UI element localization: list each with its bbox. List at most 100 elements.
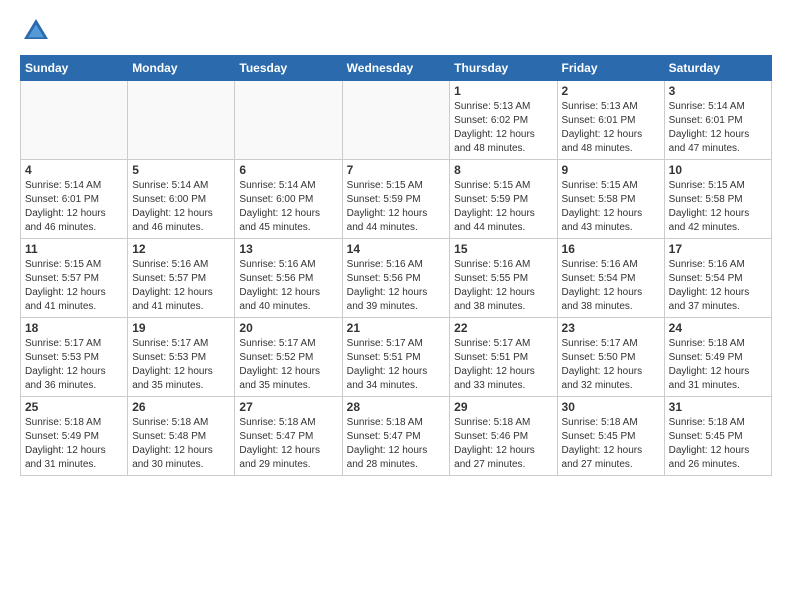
day-info: Sunrise: 5:18 AM Sunset: 5:45 PM Dayligh… — [562, 416, 660, 472]
day-info: Sunrise: 5:14 AM Sunset: 6:01 PM Dayligh… — [25, 179, 123, 235]
calendar-cell: 9 Sunrise: 5:15 AM Sunset: 5:58 PM Daylig… — [557, 160, 664, 239]
day-number: 17 — [669, 242, 767, 256]
calendar-cell: 5 Sunrise: 5:14 AM Sunset: 6:00 PM Daylig… — [128, 160, 235, 239]
day-info: Sunrise: 5:17 AM Sunset: 5:53 PM Dayligh… — [25, 337, 123, 393]
day-info: Sunrise: 5:15 AM Sunset: 5:58 PM Dayligh… — [562, 179, 660, 235]
day-number: 26 — [132, 400, 230, 414]
header-row: SundayMondayTuesdayWednesdayThursdayFrid… — [21, 56, 772, 81]
calendar-cell: 22 Sunrise: 5:17 AM Sunset: 5:51 PM Dayli… — [450, 318, 557, 397]
day-number: 15 — [454, 242, 552, 256]
calendar-cell: 24Sunrise: 5:18 AM Sunset: 5:49 PM Dayli… — [664, 318, 771, 397]
calendar-cell: 16 Sunrise: 5:16 AM Sunset: 5:54 PM Dayli… — [557, 239, 664, 318]
calendar-cell: 21Sunrise: 5:17 AM Sunset: 5:51 PM Dayli… — [342, 318, 450, 397]
day-number: 4 — [25, 163, 123, 177]
day-info: Sunrise: 5:16 AM Sunset: 5:54 PM Dayligh… — [562, 258, 660, 314]
calendar-cell: 14Sunrise: 5:16 AM Sunset: 5:56 PM Dayli… — [342, 239, 450, 318]
day-header-saturday: Saturday — [664, 56, 771, 81]
day-number: 13 — [239, 242, 337, 256]
calendar-cell — [128, 81, 235, 160]
day-number: 9 — [562, 163, 660, 177]
calendar-cell — [21, 81, 128, 160]
day-info: Sunrise: 5:13 AM Sunset: 6:02 PM Dayligh… — [454, 100, 552, 156]
day-number: 1 — [454, 84, 552, 98]
day-header-thursday: Thursday — [450, 56, 557, 81]
calendar-body: 1 Sunrise: 5:13 AM Sunset: 6:02 PM Daylig… — [21, 81, 772, 476]
day-number: 28 — [347, 400, 446, 414]
day-info: Sunrise: 5:18 AM Sunset: 5:47 PM Dayligh… — [239, 416, 337, 472]
day-number: 8 — [454, 163, 552, 177]
calendar-cell: 4 Sunrise: 5:14 AM Sunset: 6:01 PM Daylig… — [21, 160, 128, 239]
day-number: 29 — [454, 400, 552, 414]
day-number: 23 — [562, 321, 660, 335]
day-number: 2 — [562, 84, 660, 98]
calendar-cell: 1 Sunrise: 5:13 AM Sunset: 6:02 PM Daylig… — [450, 81, 557, 160]
calendar-cell: 11 Sunrise: 5:15 AM Sunset: 5:57 PM Dayli… — [21, 239, 128, 318]
calendar-cell: 13 Sunrise: 5:16 AM Sunset: 5:56 PM Dayli… — [235, 239, 342, 318]
calendar-cell: 31Sunrise: 5:18 AM Sunset: 5:45 PM Dayli… — [664, 397, 771, 476]
day-info: Sunrise: 5:18 AM Sunset: 5:49 PM Dayligh… — [669, 337, 767, 393]
calendar-cell: 19 Sunrise: 5:17 AM Sunset: 5:53 PM Dayli… — [128, 318, 235, 397]
day-info: Sunrise: 5:14 AM Sunset: 6:00 PM Dayligh… — [132, 179, 230, 235]
day-info: Sunrise: 5:18 AM Sunset: 5:47 PM Dayligh… — [347, 416, 446, 472]
calendar-cell: 17 Sunrise: 5:16 AM Sunset: 5:54 PM Dayli… — [664, 239, 771, 318]
day-info: Sunrise: 5:15 AM Sunset: 5:59 PM Dayligh… — [454, 179, 552, 235]
calendar-cell: 3 Sunrise: 5:14 AM Sunset: 6:01 PM Daylig… — [664, 81, 771, 160]
day-number: 3 — [669, 84, 767, 98]
day-info: Sunrise: 5:17 AM Sunset: 5:53 PM Dayligh… — [132, 337, 230, 393]
day-info: Sunrise: 5:18 AM Sunset: 5:45 PM Dayligh… — [669, 416, 767, 472]
day-number: 11 — [25, 242, 123, 256]
day-info: Sunrise: 5:13 AM Sunset: 6:01 PM Dayligh… — [562, 100, 660, 156]
calendar-cell: 25Sunrise: 5:18 AM Sunset: 5:49 PM Dayli… — [21, 397, 128, 476]
header — [20, 15, 772, 47]
day-header-tuesday: Tuesday — [235, 56, 342, 81]
day-number: 30 — [562, 400, 660, 414]
day-number: 22 — [454, 321, 552, 335]
page-container: SundayMondayTuesdayWednesdayThursdayFrid… — [0, 0, 792, 486]
day-number: 19 — [132, 321, 230, 335]
day-info: Sunrise: 5:15 AM Sunset: 5:57 PM Dayligh… — [25, 258, 123, 314]
day-header-sunday: Sunday — [21, 56, 128, 81]
calendar-header: SundayMondayTuesdayWednesdayThursdayFrid… — [21, 56, 772, 81]
calendar-cell: 27Sunrise: 5:18 AM Sunset: 5:47 PM Dayli… — [235, 397, 342, 476]
week-row: 11 Sunrise: 5:15 AM Sunset: 5:57 PM Dayli… — [21, 239, 772, 318]
week-row: 25Sunrise: 5:18 AM Sunset: 5:49 PM Dayli… — [21, 397, 772, 476]
day-info: Sunrise: 5:17 AM Sunset: 5:52 PM Dayligh… — [239, 337, 337, 393]
calendar-cell: 23 Sunrise: 5:17 AM Sunset: 5:50 PM Dayli… — [557, 318, 664, 397]
day-info: Sunrise: 5:16 AM Sunset: 5:56 PM Dayligh… — [239, 258, 337, 314]
day-info: Sunrise: 5:16 AM Sunset: 5:57 PM Dayligh… — [132, 258, 230, 314]
day-number: 6 — [239, 163, 337, 177]
day-number: 5 — [132, 163, 230, 177]
calendar-cell: 6 Sunrise: 5:14 AM Sunset: 6:00 PM Daylig… — [235, 160, 342, 239]
calendar-cell: 10Sunrise: 5:15 AM Sunset: 5:58 PM Dayli… — [664, 160, 771, 239]
day-info: Sunrise: 5:18 AM Sunset: 5:49 PM Dayligh… — [25, 416, 123, 472]
day-info: Sunrise: 5:16 AM Sunset: 5:56 PM Dayligh… — [347, 258, 446, 314]
calendar-cell: 29Sunrise: 5:18 AM Sunset: 5:46 PM Dayli… — [450, 397, 557, 476]
logo-icon — [20, 15, 52, 47]
calendar-cell: 26 Sunrise: 5:18 AM Sunset: 5:48 PM Dayli… — [128, 397, 235, 476]
week-row: 1 Sunrise: 5:13 AM Sunset: 6:02 PM Daylig… — [21, 81, 772, 160]
day-info: Sunrise: 5:14 AM Sunset: 6:00 PM Dayligh… — [239, 179, 337, 235]
day-info: Sunrise: 5:18 AM Sunset: 5:48 PM Dayligh… — [132, 416, 230, 472]
day-number: 12 — [132, 242, 230, 256]
calendar-cell: 8 Sunrise: 5:15 AM Sunset: 5:59 PM Daylig… — [450, 160, 557, 239]
day-number: 16 — [562, 242, 660, 256]
day-info: Sunrise: 5:17 AM Sunset: 5:51 PM Dayligh… — [454, 337, 552, 393]
day-header-wednesday: Wednesday — [342, 56, 450, 81]
week-row: 18 Sunrise: 5:17 AM Sunset: 5:53 PM Dayli… — [21, 318, 772, 397]
day-header-friday: Friday — [557, 56, 664, 81]
calendar-cell: 12 Sunrise: 5:16 AM Sunset: 5:57 PM Dayli… — [128, 239, 235, 318]
calendar-cell: 28 Sunrise: 5:18 AM Sunset: 5:47 PM Dayli… — [342, 397, 450, 476]
day-number: 7 — [347, 163, 446, 177]
day-info: Sunrise: 5:16 AM Sunset: 5:54 PM Dayligh… — [669, 258, 767, 314]
calendar-table: SundayMondayTuesdayWednesdayThursdayFrid… — [20, 55, 772, 476]
calendar-cell: 18 Sunrise: 5:17 AM Sunset: 5:53 PM Dayli… — [21, 318, 128, 397]
day-info: Sunrise: 5:17 AM Sunset: 5:50 PM Dayligh… — [562, 337, 660, 393]
logo — [20, 15, 56, 47]
calendar-cell: 15Sunrise: 5:16 AM Sunset: 5:55 PM Dayli… — [450, 239, 557, 318]
day-info: Sunrise: 5:14 AM Sunset: 6:01 PM Dayligh… — [669, 100, 767, 156]
calendar-cell: 7Sunrise: 5:15 AM Sunset: 5:59 PM Daylig… — [342, 160, 450, 239]
day-number: 18 — [25, 321, 123, 335]
calendar-cell — [342, 81, 450, 160]
calendar-cell: 2 Sunrise: 5:13 AM Sunset: 6:01 PM Daylig… — [557, 81, 664, 160]
week-row: 4 Sunrise: 5:14 AM Sunset: 6:01 PM Daylig… — [21, 160, 772, 239]
